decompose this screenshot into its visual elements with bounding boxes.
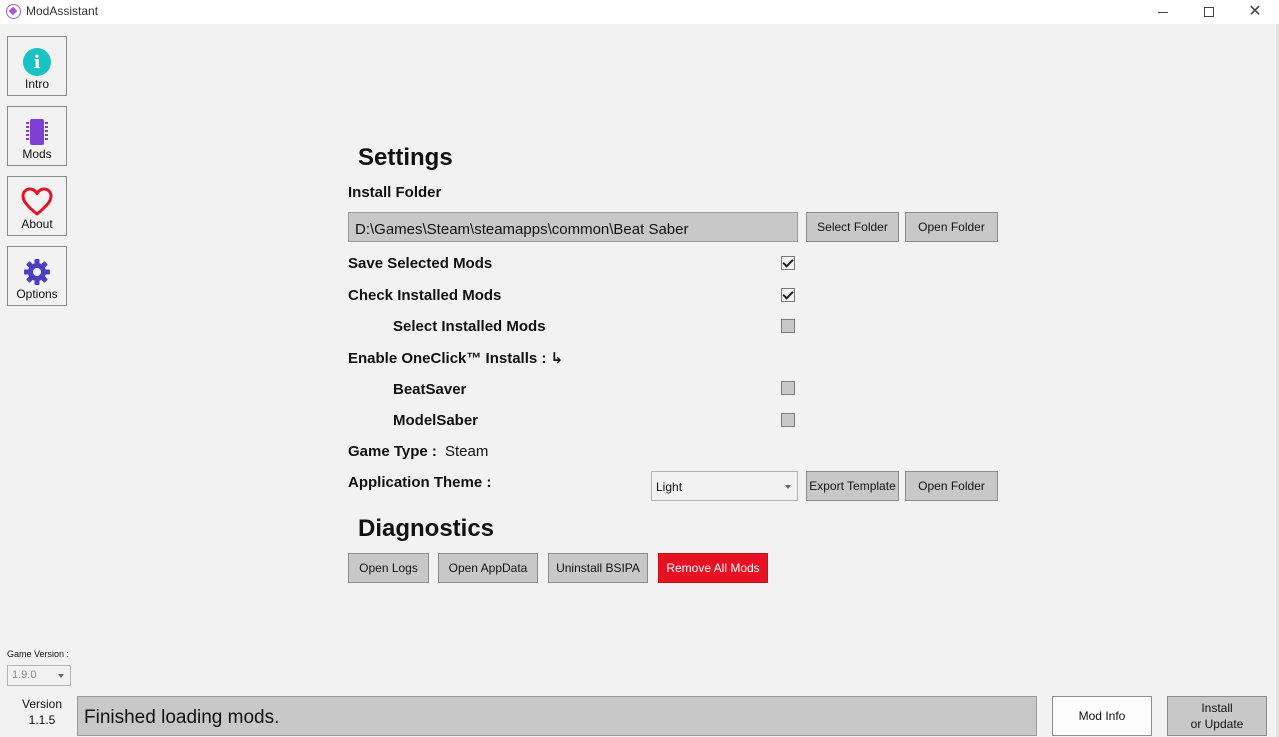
check-installed-mods-label: Check Installed Mods (348, 287, 502, 304)
modelsaber-checkbox[interactable] (781, 413, 795, 427)
game-type-value: Steam (445, 443, 489, 460)
window-title: ModAssistant (26, 4, 99, 18)
version-value: 1.1.5 (28, 713, 56, 727)
game-version-label: Game Version : (7, 649, 70, 659)
save-selected-mods-checkbox[interactable] (781, 256, 795, 270)
maximize-button[interactable] (1186, 0, 1232, 24)
install-folder-field[interactable]: D:\Games\Steam\steamapps\common\Beat Sab… (348, 212, 798, 242)
diagnostics-heading: Diagnostics (358, 515, 495, 542)
settings-heading: Settings (358, 144, 453, 171)
beatsaver-label: BeatSaver (393, 381, 467, 398)
gear-icon (22, 257, 52, 287)
theme-open-folder-button[interactable]: Open Folder (905, 471, 998, 501)
install-button-line1: Install (1201, 701, 1233, 715)
install-button-line2: or Update (1190, 717, 1244, 731)
check-installed-mods-checkbox[interactable] (781, 288, 795, 302)
minimize-icon (1158, 11, 1168, 13)
app-theme-label: Application Theme : (348, 474, 492, 491)
minimize-button[interactable] (1140, 0, 1186, 24)
mod-info-button[interactable]: Mod Info (1052, 696, 1152, 736)
theme-dropdown-value: Light (656, 480, 683, 494)
sidebar-item-label: About (21, 217, 53, 231)
game-version-value: 1.9.0 (12, 669, 37, 681)
sidebar-item-intro[interactable]: i Intro (7, 36, 67, 96)
select-installed-mods-checkbox[interactable] (781, 319, 795, 333)
status-bar: Finished loading mods. (77, 696, 1037, 736)
install-update-button[interactable]: Install or Update (1167, 696, 1267, 736)
open-logs-button[interactable]: Open Logs (348, 553, 429, 583)
modassistant-logo-icon (6, 4, 21, 19)
open-folder-button[interactable]: Open Folder (905, 212, 998, 242)
sidebar-item-label: Mods (22, 147, 52, 161)
maximize-icon (1204, 7, 1214, 17)
export-template-button[interactable]: Export Template (806, 471, 899, 501)
chevron-down-icon (785, 485, 791, 489)
remove-all-mods-button[interactable]: Remove All Mods (658, 553, 768, 583)
close-icon: ✕ (1248, 3, 1262, 20)
title-bar: ModAssistant ✕ (0, 0, 1279, 24)
sidebar-item-label: Options (16, 287, 58, 301)
theme-dropdown[interactable]: Light (651, 471, 798, 501)
chevron-down-icon (58, 674, 64, 678)
game-version-dropdown[interactable]: 1.9.0 (7, 665, 71, 686)
save-selected-mods-label: Save Selected Mods (348, 255, 493, 272)
heart-icon (21, 187, 53, 217)
beatsaver-checkbox[interactable] (781, 381, 795, 395)
install-folder-label: Install Folder (348, 184, 442, 201)
uninstall-bsipa-button[interactable]: Uninstall BSIPA (548, 553, 648, 583)
open-appdata-button[interactable]: Open AppData (438, 553, 538, 583)
close-button[interactable]: ✕ (1232, 0, 1278, 24)
sidebar-item-label: Intro (24, 77, 49, 91)
sidebar-item-options[interactable]: Options (7, 246, 67, 306)
select-installed-mods-label: Select Installed Mods (393, 318, 546, 335)
chip-icon (22, 117, 52, 147)
modelsaber-label: ModelSaber (393, 412, 479, 429)
game-type-label: Game Type : (348, 443, 437, 460)
sidebar-item-about[interactable]: About (7, 176, 67, 236)
sidebar-item-mods[interactable]: Mods (7, 106, 67, 166)
info-icon: i (23, 47, 51, 77)
version-label: Version (22, 697, 63, 711)
select-folder-button[interactable]: Select Folder (806, 212, 899, 242)
oneclick-label: Enable OneClick™ Installs : ↳ (348, 350, 564, 367)
